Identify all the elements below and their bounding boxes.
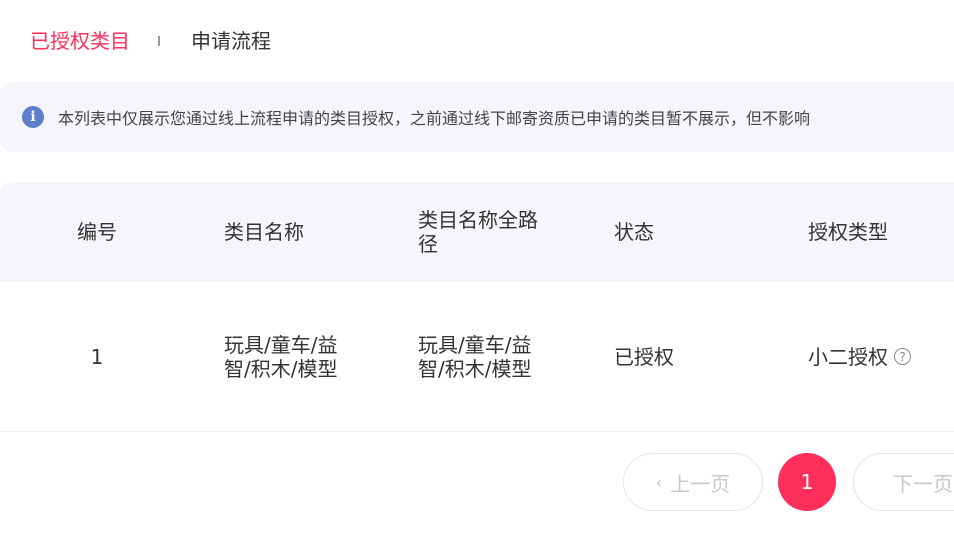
header-auth-type: 授权类型 bbox=[808, 220, 888, 244]
tab-application-process[interactable]: 申请流程 bbox=[191, 26, 271, 56]
prev-page-button[interactable]: ‹ 上一页 bbox=[623, 453, 763, 511]
tab-bar: 已授权类目 申请流程 bbox=[30, 26, 271, 56]
page-root: 已授权类目 申请流程 i 本列表中仅展示您通过线上流程申请的类目授权，之前通过线… bbox=[0, 0, 954, 533]
row-category-name: 玩具/童车/益智/积木/模型 bbox=[224, 332, 338, 381]
pagination: ‹ 上一页 1 下一页 bbox=[623, 452, 954, 512]
header-category-name: 类目名称 bbox=[224, 220, 304, 244]
info-icon: i bbox=[22, 106, 44, 128]
header-id: 编号 bbox=[77, 220, 117, 244]
header-status: 状态 bbox=[614, 220, 654, 244]
next-page-button[interactable]: 下一页 bbox=[853, 453, 954, 511]
row-status: 已授权 bbox=[614, 344, 674, 369]
tab-divider bbox=[158, 36, 160, 46]
table-row: 1 玩具/童车/益智/积木/模型 玩具/童车/益智/积木/模型 已授权 小二授权… bbox=[0, 282, 954, 432]
table-header: 编号 类目名称 类目名称全路径 状态 授权类型 bbox=[0, 182, 954, 282]
help-icon[interactable]: ? bbox=[894, 348, 911, 365]
notice-banner: i 本列表中仅展示您通过线上流程申请的类目授权，之前通过线下邮寄资质已申请的类目… bbox=[0, 82, 954, 152]
tab-authorized-categories[interactable]: 已授权类目 bbox=[30, 26, 130, 56]
category-table: 编号 类目名称 类目名称全路径 状态 授权类型 1 玩具/童车/益智/积木/模型… bbox=[0, 182, 954, 432]
page-1-button[interactable]: 1 bbox=[778, 453, 836, 511]
row-auth-type: 小二授权 ? bbox=[808, 282, 954, 431]
row-category-path: 玩具/童车/益智/积木/模型 bbox=[418, 332, 532, 381]
notice-text: 本列表中仅展示您通过线上流程申请的类目授权，之前通过线下邮寄资质已申请的类目暂不… bbox=[58, 109, 811, 128]
header-category-path: 类目名称全路径 bbox=[418, 208, 538, 256]
chevron-left-icon: ‹ bbox=[655, 472, 663, 492]
row-id: 1 bbox=[90, 344, 104, 369]
